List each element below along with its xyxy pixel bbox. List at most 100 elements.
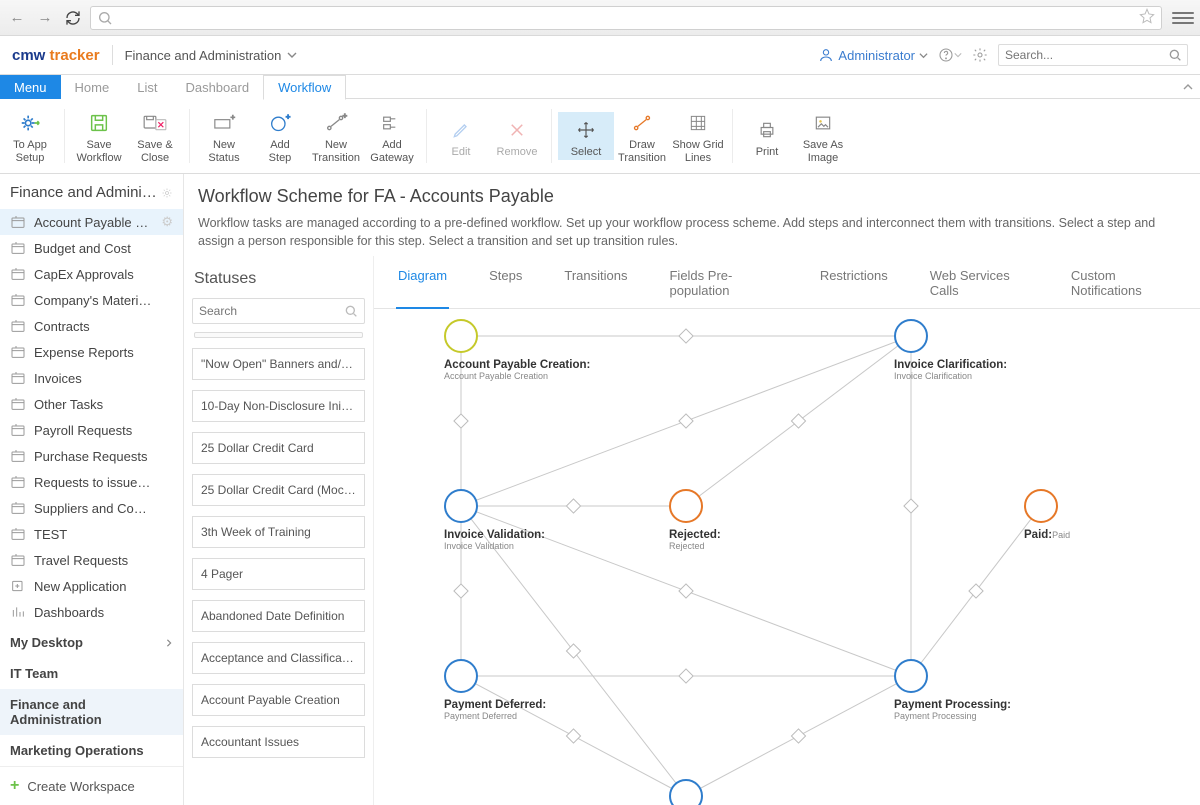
svg-text:+: + [286,113,291,121]
to-app-setup-button[interactable]: To App Setup [2,105,58,166]
sidebar-item[interactable]: Requests to issue Mat…⚙ [0,469,183,495]
workflow-panel: Diagram Steps Transitions Fields Pre-popula… [374,256,1200,805]
show-grid-button[interactable]: Show Grid Lines [670,105,726,166]
status-search-input[interactable] [192,298,365,324]
diagram-node[interactable]: Invoice Clarification: Invoice Clarifica… [894,319,1007,381]
status-scroll-slider[interactable] [194,332,363,338]
sidebar-item[interactable]: Contracts⚙ [0,313,183,339]
sidebar-item[interactable]: Account Payable Requ…⚙ [0,209,183,235]
status-item[interactable]: 25 Dollar Credit Card (Moc… [192,474,365,506]
workspace-dropdown[interactable]: Finance and Administration [125,48,298,63]
tab-workflow[interactable]: Workflow [263,75,346,100]
select-tool-button[interactable]: Select [558,112,614,161]
add-step-button[interactable]: + Add Step [252,105,308,166]
help-icon[interactable] [938,47,962,63]
status-item[interactable]: Account Payable Creation [192,684,365,716]
status-item[interactable]: "Now Open" Banners and/… [192,348,365,380]
remove-icon [508,118,526,142]
save-close-button[interactable]: Save & Close [127,105,183,166]
address-bar[interactable] [90,6,1162,30]
add-gateway-button[interactable]: Add Gateway [364,105,420,166]
gear-icon[interactable]: ⚙ [161,214,173,230]
browser-chrome: ← → [0,0,1200,36]
draw-transition-button[interactable]: Draw Transition [614,105,670,166]
sidebar-item[interactable]: Invoices⚙ [0,365,183,391]
reload-button[interactable] [62,7,84,29]
draw-transition-icon [631,111,653,135]
app-icon [10,552,26,568]
sidebar-item[interactable]: CapEx Approvals⚙ [0,261,183,287]
new-transition-button[interactable]: + New Transition [308,105,364,166]
new-status-button[interactable]: + New Status [196,105,252,166]
save-as-image-button[interactable]: Save As Image [795,105,851,166]
diagram-node[interactable]: Paid:Paid [1024,489,1070,541]
page-title: Workflow Scheme for FA - Accounts Payabl… [198,186,1186,207]
status-item[interactable]: 4 Pager [192,558,365,590]
status-item[interactable]: Abandoned Date Definition [192,600,365,632]
new-status-icon: + [212,111,236,135]
diagram-node[interactable]: Rejected: Rejected [669,489,721,551]
tab-home[interactable]: Home [61,75,124,99]
gear-icon[interactable] [161,187,173,199]
sidebar-section[interactable]: Finance and Administration [0,689,183,735]
chevron-down-icon [287,50,297,60]
printer-icon [757,118,777,142]
sidebar-item[interactable]: New Application⚙ [0,573,183,599]
sidebar-section[interactable]: My Desktop [0,627,183,658]
save-close-icon [142,111,168,135]
status-item[interactable]: Accountant Issues [192,726,365,758]
sidebar-item[interactable]: Expense Reports⚙ [0,339,183,365]
sidebar-item[interactable]: TEST⚙ [0,521,183,547]
save-workflow-button[interactable]: Save Workflow [71,105,127,166]
diagram-node[interactable] [669,779,703,805]
ribbon-toolbar: To App Setup Save Workflow Save & Close … [0,99,1200,173]
svg-text:+: + [231,113,236,122]
status-item[interactable]: 3th Week of Training [192,516,365,548]
subtab[interactable]: Transitions [562,268,629,308]
sidebar-item[interactable]: Payroll Requests⚙ [0,417,183,443]
workflow-subtabs: Diagram Steps Transitions Fields Pre-popula… [374,256,1200,309]
url-input[interactable] [117,10,1139,25]
bookmark-icon[interactable] [1139,8,1155,27]
subtab[interactable]: Diagram [396,268,449,309]
user-menu[interactable]: Administrator [818,47,928,63]
status-item[interactable]: 10-Day Non-Disclosure Init… [192,390,365,422]
user-icon [818,47,834,63]
sidebar-item[interactable]: Suppliers and Contrac…⚙ [0,495,183,521]
global-search-input[interactable] [998,44,1188,66]
save-icon [88,111,110,135]
diagram-node[interactable]: Account Payable Creation: Account Payabl… [444,319,590,381]
sidebar-item[interactable]: Company's Material A…⚙ [0,287,183,313]
diagram-node[interactable]: Invoice Validation: Invoice Validation [444,489,545,551]
subtab[interactable]: Fields Pre-population [667,268,779,308]
page-description: Workflow tasks are managed according to … [198,215,1186,250]
status-item[interactable]: 25 Dollar Credit Card [192,432,365,464]
collapse-ribbon-button[interactable] [1176,75,1200,99]
browser-menu-icon[interactable] [1172,7,1194,29]
sidebar-section[interactable]: Marketing Operations [0,735,183,766]
diagram-node[interactable]: Payment Deferred: Payment Deferred [444,659,546,721]
back-button[interactable]: ← [6,7,28,29]
sidebar-item[interactable]: Purchase Requests⚙ [0,443,183,469]
sidebar-item[interactable]: Budget and Cost⚙ [0,235,183,261]
diagram-node[interactable]: Payment Processing: Payment Processing [894,659,1011,721]
sidebar-item[interactable]: Dashboards⚙ [0,599,183,625]
create-workspace-button[interactable]: + Create Workspace [0,766,183,805]
settings-gear-icon[interactable] [972,47,988,63]
status-item[interactable]: Acceptance and Classificati… [192,642,365,674]
tab-list[interactable]: List [123,75,171,99]
subtab[interactable]: Steps [487,268,524,308]
subtab[interactable]: Web Services Calls [928,268,1031,308]
workflow-diagram-canvas[interactable]: Account Payable Creation: Account Payabl… [374,309,1200,805]
new-transition-icon: + [324,111,348,135]
gear-arrow-icon [19,111,41,135]
print-button[interactable]: Print [739,112,795,161]
forward-button[interactable]: → [34,7,56,29]
sidebar-item[interactable]: Travel Requests⚙ [0,547,183,573]
subtab[interactable]: Custom Notifications [1069,268,1178,308]
tab-dashboard[interactable]: Dashboard [171,75,263,99]
menu-tab[interactable]: Menu [0,75,61,99]
subtab[interactable]: Restrictions [818,268,890,308]
sidebar-item[interactable]: Other Tasks⚙ [0,391,183,417]
sidebar-section[interactable]: IT Team [0,658,183,689]
